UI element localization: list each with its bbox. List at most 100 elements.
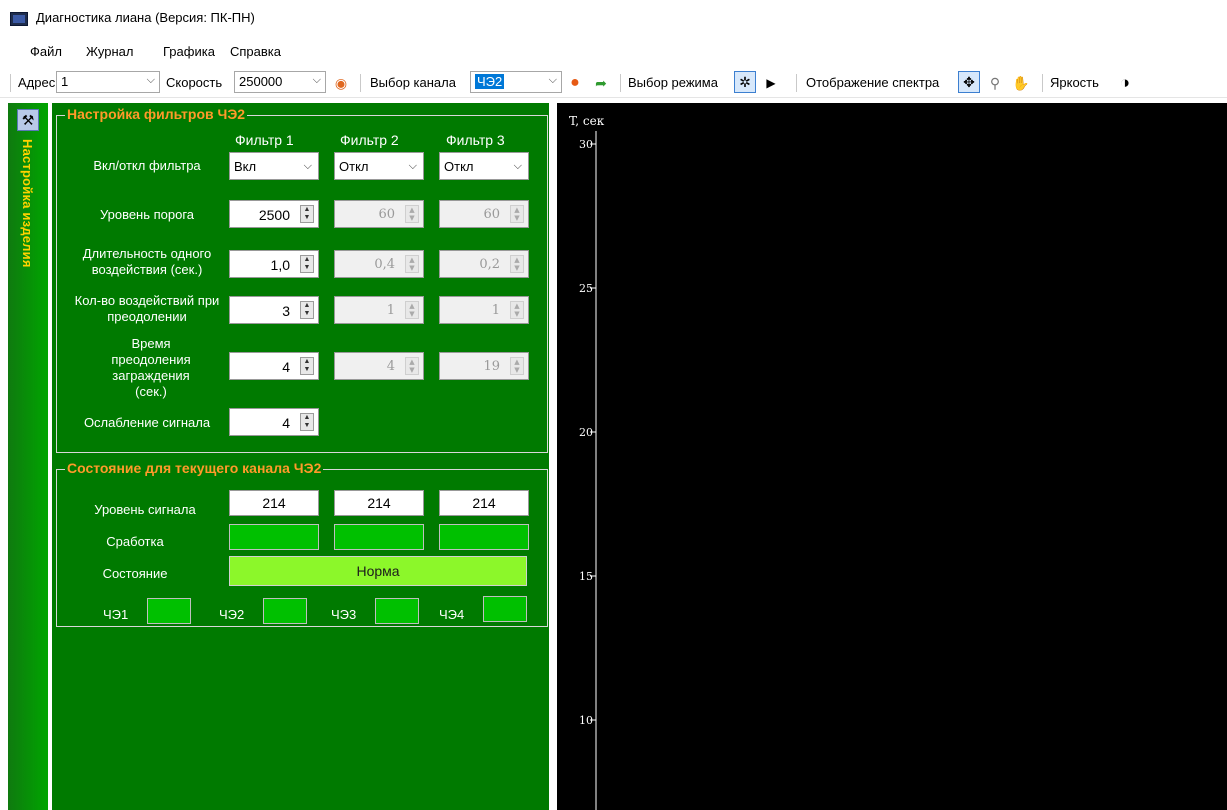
- trigger-indicator-filter3: [439, 524, 529, 550]
- zoom-icon[interactable]: ⚲: [986, 74, 1004, 92]
- menu-help[interactable]: Справка: [230, 44, 281, 59]
- status-label: Состояние: [102, 566, 168, 581]
- tools-icon: ⚒: [17, 109, 39, 131]
- spinner-arrows-icon: ▲ ▼: [405, 255, 419, 273]
- y-tick-label: 20: [579, 426, 593, 439]
- spinner-arrows-icon: ▲ ▼: [510, 301, 524, 319]
- channel-2-label: ЧЭ2: [219, 607, 245, 622]
- filter2-time-value: 4: [386, 359, 395, 374]
- brightness-label: Яркость: [1050, 74, 1099, 90]
- chevron-down-icon: ⌵: [513, 160, 522, 172]
- spectrum-chart[interactable]: T, сек 30 25 20 15 10: [557, 103, 1227, 810]
- channel-1-indicator: [147, 598, 191, 624]
- toolbar-separator: [796, 74, 797, 92]
- filter3-threshold-value: 60: [483, 207, 500, 222]
- toolbar: Адрес 1 ⌵ Скорость 250000 ⌵ ◉ Выбор кана…: [0, 66, 1227, 98]
- speed-label: Скорость: [166, 74, 223, 90]
- menu-graphics[interactable]: Графика: [163, 44, 215, 59]
- filter1-count-value: 3: [282, 303, 290, 319]
- threshold-label: Уровень порога: [99, 207, 195, 222]
- filter1-enable-select[interactable]: Вкл ⌵: [229, 152, 319, 180]
- filter1-threshold-value: 2500: [258, 207, 290, 223]
- signal-level-label: Уровень сигнала: [94, 502, 196, 517]
- menu-file[interactable]: Файл: [30, 44, 62, 59]
- channel-3-label: ЧЭ3: [331, 607, 357, 622]
- chevron-down-icon: ⌵: [303, 160, 312, 172]
- spectrum-label: Отображение спектра: [806, 74, 940, 90]
- y-tick-label: 25: [579, 282, 593, 295]
- filter1-enable-value: Вкл: [234, 159, 257, 174]
- address-label: Адрес: [18, 74, 56, 90]
- y-axis-label: T, сек: [569, 114, 605, 128]
- toolbar-separator: [1042, 74, 1043, 92]
- gear-icon[interactable]: ✲: [734, 71, 756, 93]
- filters-group-title: Настройка фильтров ЧЭ2: [65, 106, 248, 122]
- filter3-threshold-spinner: 60 ▲ ▼: [439, 200, 529, 228]
- speed-combo[interactable]: 250000 ⌵: [234, 71, 326, 93]
- move-icon[interactable]: ✥: [958, 71, 980, 93]
- filter3-time-spinner: 19 ▲ ▼: [439, 352, 529, 380]
- hand-icon[interactable]: ✋: [1012, 74, 1030, 92]
- time-label: Время преодоления заграждения (сек.): [111, 336, 191, 399]
- column-header-filter3: Фильтр 3: [446, 132, 505, 148]
- filter3-count-value: 1: [491, 303, 500, 318]
- filter1-duration-spinner[interactable]: 1,0 ▲ ▼: [229, 250, 319, 278]
- forward-arrow-icon[interactable]: ➦: [592, 74, 610, 92]
- signal-level-filter1: 214: [229, 490, 319, 516]
- y-axis-ticks: 30 25 20 15 10: [579, 138, 596, 727]
- address-combo[interactable]: 1 ⌵: [56, 71, 160, 93]
- toolbar-grip: [10, 74, 11, 92]
- filter2-threshold-value: 60: [378, 207, 395, 222]
- filter3-enable-value: Откл: [444, 159, 474, 174]
- filter1-time-value: 4: [282, 359, 290, 375]
- y-tick-label: 15: [579, 570, 593, 583]
- spinner-arrows-icon[interactable]: ▲ ▼: [300, 205, 314, 223]
- window-title: Диагностика лиана (Версия: ПК-ПН): [36, 10, 255, 25]
- spinner-arrows-icon[interactable]: ▲ ▼: [300, 357, 314, 375]
- duration-label: Длительность одного воздействия (сек.): [82, 246, 212, 277]
- toolbar-separator: [360, 74, 361, 92]
- spinner-arrows-icon: ▲ ▼: [405, 205, 419, 223]
- trigger-label: Сработка: [106, 534, 164, 549]
- channel-label: Выбор канала: [370, 74, 456, 90]
- spinner-arrows-icon: ▲ ▼: [510, 205, 524, 223]
- channel-3-indicator: [375, 598, 419, 624]
- filter3-duration-spinner: 0,2 ▲ ▼: [439, 250, 529, 278]
- side-tab[interactable]: ⚒ Настройка изделия: [8, 103, 48, 810]
- filter2-enable-value: Откл: [339, 159, 369, 174]
- speed-value: 250000: [239, 74, 283, 89]
- filter2-duration-spinner: 0,4 ▲ ▼: [334, 250, 424, 278]
- trigger-indicator-filter1: [229, 524, 319, 550]
- signal-level-filter2: 214: [334, 490, 424, 516]
- filter2-count-spinner: 1 ▲ ▼: [334, 296, 424, 324]
- channel-combo[interactable]: ЧЭ2 ⌵: [470, 71, 562, 93]
- attenuation-spinner[interactable]: 4 ▲ ▼: [229, 408, 319, 436]
- spinner-arrows-icon: ▲ ▼: [405, 357, 419, 375]
- connect-icon[interactable]: ◉: [332, 74, 350, 92]
- filter2-enable-select[interactable]: Откл ⌵: [334, 152, 424, 180]
- chevron-down-icon: ⌵: [548, 74, 557, 86]
- spinner-arrows-icon[interactable]: ▲ ▼: [300, 413, 314, 431]
- contrast-icon[interactable]: ◑: [1116, 74, 1134, 92]
- menu-bar: Файл Журнал Графика Справка: [0, 38, 1227, 66]
- chart-svg: T, сек 30 25 20 15 10: [569, 114, 605, 810]
- column-header-filter2: Фильтр 2: [340, 132, 399, 148]
- trigger-indicator-filter2: [334, 524, 424, 550]
- filter3-time-value: 19: [483, 359, 500, 374]
- record-icon[interactable]: ●: [566, 74, 584, 92]
- filter3-enable-select[interactable]: Откл ⌵: [439, 152, 529, 180]
- menu-journal[interactable]: Журнал: [86, 44, 133, 59]
- column-header-filter1: Фильтр 1: [235, 132, 294, 148]
- side-tab-label: Настройка изделия: [20, 139, 35, 268]
- channel-value: ЧЭ2: [475, 74, 505, 89]
- filter1-count-spinner[interactable]: 3 ▲ ▼: [229, 296, 319, 324]
- app-icon: [10, 12, 28, 26]
- play-icon[interactable]: ▶: [762, 74, 780, 92]
- chevron-down-icon: ⌵: [312, 74, 321, 86]
- filter3-count-spinner: 1 ▲ ▼: [439, 296, 529, 324]
- spinner-arrows-icon[interactable]: ▲ ▼: [300, 255, 314, 273]
- filter2-threshold-spinner: 60 ▲ ▼: [334, 200, 424, 228]
- filter1-threshold-spinner[interactable]: 2500 ▲ ▼: [229, 200, 319, 228]
- filter1-time-spinner[interactable]: 4 ▲ ▼: [229, 352, 319, 380]
- spinner-arrows-icon[interactable]: ▲ ▼: [300, 301, 314, 319]
